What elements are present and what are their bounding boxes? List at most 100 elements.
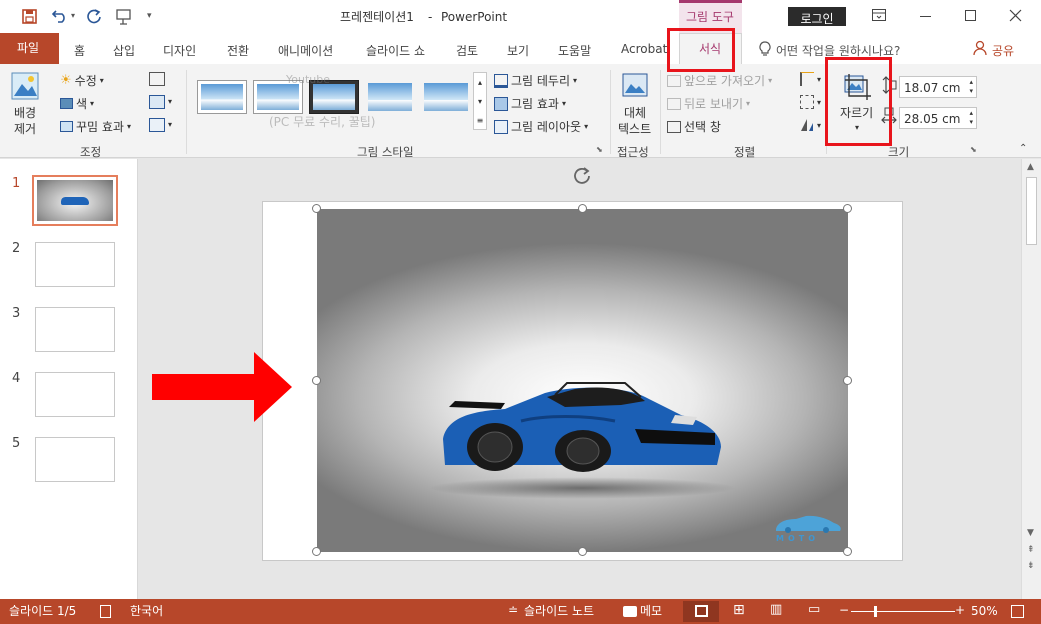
- style-thumb-1[interactable]: [197, 80, 247, 114]
- chevron-down-icon[interactable]: ▾: [168, 98, 172, 106]
- customize-qat-icon[interactable]: ▾: [147, 12, 152, 21]
- group-objects-icon[interactable]: [800, 95, 814, 109]
- compress-pictures-icon[interactable]: [149, 72, 165, 86]
- share-button[interactable]: 공유: [992, 42, 1014, 59]
- scroll-thumb[interactable]: [1026, 177, 1037, 245]
- ribbon-display-icon[interactable]: [872, 9, 886, 21]
- undo-icon[interactable]: [51, 8, 70, 24]
- align-icon[interactable]: [800, 72, 814, 86]
- resize-handle[interactable]: [843, 204, 852, 213]
- remove-background-label-1[interactable]: 배경: [14, 107, 36, 119]
- collapse-ribbon-icon[interactable]: ⌃: [1019, 144, 1027, 154]
- normal-view-button[interactable]: [683, 601, 719, 622]
- gallery-scroll[interactable]: ▴ ▾ ≡: [473, 72, 487, 130]
- rotate-icon[interactable]: [800, 118, 814, 132]
- zoom-level[interactable]: 50%: [971, 605, 998, 617]
- tab-transitions[interactable]: 전환: [227, 42, 249, 59]
- spellcheck-icon[interactable]: [100, 605, 111, 618]
- reading-view-icon[interactable]: ▥: [770, 603, 782, 616]
- change-picture-icon[interactable]: [149, 95, 165, 109]
- resize-handle[interactable]: [578, 204, 587, 213]
- bring-forward-button[interactable]: 앞으로 가져오기 ▾: [667, 72, 772, 89]
- maximize-icon[interactable]: [965, 10, 976, 21]
- scroll-down-icon[interactable]: ▼: [1027, 529, 1034, 538]
- undo-dropdown-icon[interactable]: ▾: [71, 12, 75, 20]
- corrections-button[interactable]: ☀ 수정 ▾: [60, 72, 104, 89]
- reset-picture-icon[interactable]: [149, 118, 165, 132]
- style-thumb-4[interactable]: [365, 80, 415, 114]
- slide-thumbnail-3[interactable]: [35, 307, 115, 352]
- remove-background-label-2[interactable]: 제거: [14, 123, 36, 135]
- resize-handle[interactable]: [312, 376, 321, 385]
- save-icon[interactable]: [22, 9, 37, 24]
- slide-thumbnail-2[interactable]: [35, 242, 115, 287]
- previous-slide-icon[interactable]: ⇞: [1027, 546, 1035, 555]
- present-icon[interactable]: [115, 8, 133, 26]
- chevron-down-icon[interactable]: ▾: [168, 121, 172, 129]
- tab-design[interactable]: 디자인: [163, 42, 196, 59]
- comments-icon[interactable]: [623, 606, 637, 617]
- alt-text-label-2[interactable]: 텍스트: [618, 123, 651, 135]
- car-picture[interactable]: MOTO: [317, 209, 848, 552]
- notes-button[interactable]: 슬라이드 노트: [524, 605, 594, 617]
- chevron-down-icon[interactable]: ▾: [817, 122, 821, 130]
- tab-acrobat[interactable]: Acrobat: [621, 42, 667, 56]
- resize-handle[interactable]: [312, 204, 321, 213]
- tab-slideshow[interactable]: 슬라이드 쇼: [366, 42, 425, 59]
- language-indicator[interactable]: 한국어: [130, 605, 163, 617]
- spinner-icon[interactable]: ▴ ▾: [969, 109, 973, 127]
- tab-review[interactable]: 검토: [456, 42, 478, 59]
- zoom-out-icon[interactable]: −: [839, 604, 849, 616]
- resize-handle[interactable]: [843, 376, 852, 385]
- chevron-down-icon[interactable]: ▾: [817, 76, 821, 84]
- slide-thumbnail-4[interactable]: [35, 372, 115, 417]
- slide-number: 1: [12, 176, 21, 191]
- shape-height-input[interactable]: 18.07 cm ▴ ▾: [899, 76, 977, 98]
- slide-thumbnail-5[interactable]: [35, 437, 115, 482]
- tab-animations[interactable]: 애니메이션: [278, 42, 333, 59]
- color-button[interactable]: 색 ▾: [60, 95, 94, 112]
- artistic-effects-button[interactable]: 꾸밈 효과 ▾: [60, 118, 131, 135]
- comments-button[interactable]: 메모: [640, 605, 662, 617]
- style-thumb-5[interactable]: [421, 80, 471, 114]
- notes-icon[interactable]: ≐: [508, 604, 518, 616]
- next-slide-icon[interactable]: ⇟: [1027, 562, 1035, 571]
- resize-handle[interactable]: [578, 547, 587, 556]
- resize-handle[interactable]: [843, 547, 852, 556]
- send-backward-button[interactable]: 뒤로 보내기 ▾: [667, 95, 750, 112]
- dialog-launcher-icon[interactable]: ⬊: [596, 146, 603, 154]
- spinner-icon[interactable]: ▴ ▾: [969, 78, 973, 96]
- login-button[interactable]: 로그인: [788, 7, 846, 26]
- picture-border-button[interactable]: 그림 테두리 ▾: [494, 72, 577, 89]
- alt-text-icon[interactable]: [622, 73, 648, 97]
- tab-home[interactable]: 홈: [74, 42, 85, 59]
- chevron-down-icon[interactable]: ▾: [817, 99, 821, 107]
- rotate-handle-icon[interactable]: [572, 165, 592, 185]
- resize-handle[interactable]: [312, 547, 321, 556]
- slideshow-view-icon[interactable]: ▭: [808, 603, 820, 616]
- tab-insert[interactable]: 삽입: [113, 42, 135, 59]
- scroll-up-icon[interactable]: ▲: [1027, 163, 1034, 172]
- shape-width-input[interactable]: 28.05 cm ▴ ▾: [899, 107, 977, 129]
- zoom-in-icon[interactable]: +: [955, 604, 965, 616]
- selection-pane-button[interactable]: 선택 창: [667, 118, 721, 135]
- picture-effects-button[interactable]: 그림 효과 ▾: [494, 95, 566, 112]
- dialog-launcher-icon[interactable]: ⬊: [970, 146, 977, 154]
- tab-view[interactable]: 보기: [507, 42, 529, 59]
- zoom-slider-thumb[interactable]: [874, 606, 877, 617]
- alt-text-label-1[interactable]: 대체: [624, 107, 646, 119]
- picture-styles-gallery[interactable]: Youtube (PC 무료 수리, 꿀팁): [191, 74, 474, 130]
- minimize-icon[interactable]: [920, 16, 931, 17]
- vertical-scrollbar[interactable]: ▲ ▼ ⇞ ⇟: [1021, 159, 1041, 599]
- close-icon[interactable]: [1009, 9, 1022, 22]
- slide-thumbnail-1[interactable]: [32, 175, 118, 226]
- remove-background-icon[interactable]: [11, 72, 39, 100]
- slide-sorter-icon[interactable]: ⊞: [733, 603, 745, 617]
- picture-layout-button[interactable]: 그림 레이아웃 ▾: [494, 118, 588, 135]
- tab-file[interactable]: 파일: [0, 33, 59, 64]
- tab-help[interactable]: 도움말: [558, 42, 591, 59]
- share-person-icon[interactable]: [973, 40, 987, 56]
- redo-icon[interactable]: [86, 8, 102, 24]
- fit-to-window-icon[interactable]: [1011, 605, 1024, 618]
- zoom-slider[interactable]: [851, 606, 955, 617]
